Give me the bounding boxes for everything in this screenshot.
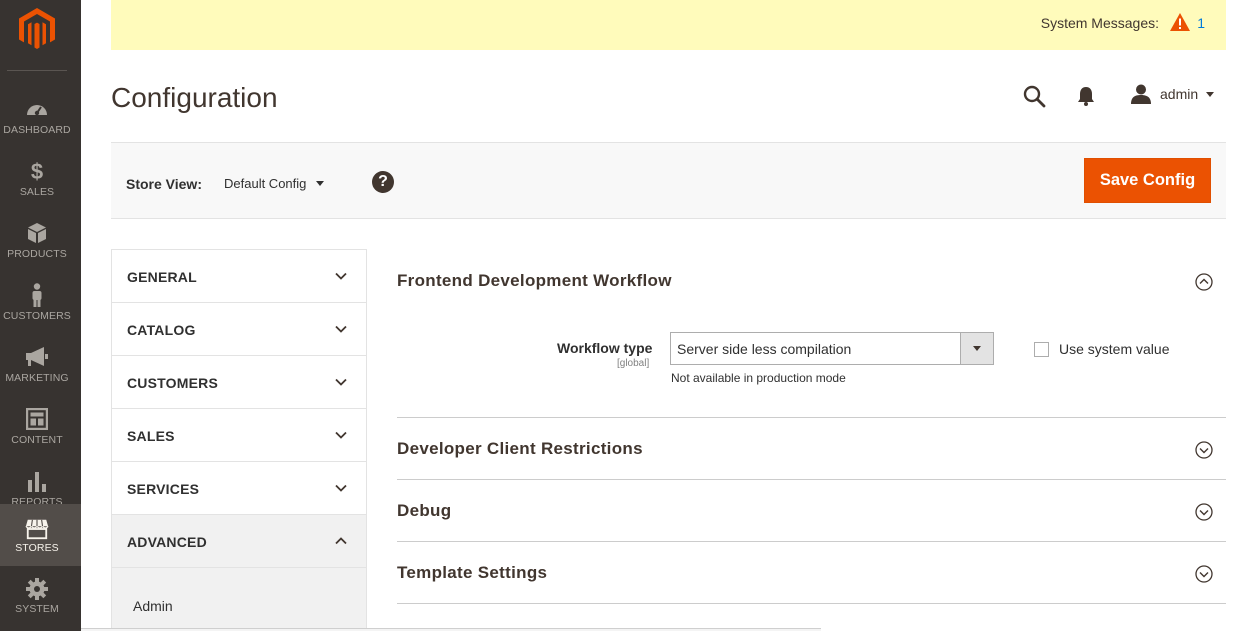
tab-advanced[interactable]: ADVANCED bbox=[112, 515, 366, 568]
menu-label: SYSTEM bbox=[15, 603, 59, 615]
menu-label: MARKETING bbox=[5, 372, 69, 384]
page-title: Configuration bbox=[111, 82, 278, 113]
box-icon bbox=[25, 222, 49, 244]
menu-divider bbox=[7, 70, 67, 71]
tab-subitem-admin[interactable]: Admin bbox=[133, 598, 173, 614]
menu-label: STORES bbox=[15, 542, 59, 554]
caret-down-icon bbox=[316, 181, 325, 186]
menu-label: PRODUCTS bbox=[7, 248, 67, 260]
warning-icon[interactable] bbox=[1170, 13, 1190, 31]
megaphone-icon bbox=[25, 346, 49, 368]
chevron-down-icon bbox=[335, 325, 347, 333]
chevron-down-icon bbox=[335, 431, 347, 439]
magento-logo-icon[interactable] bbox=[18, 7, 56, 51]
bar-chart-icon bbox=[25, 470, 49, 492]
section-debug: Debug bbox=[397, 480, 1226, 542]
tab-label: SALES bbox=[127, 428, 175, 444]
workflow-type-note: Not available in production mode bbox=[671, 371, 846, 385]
tab-services[interactable]: SERVICES bbox=[112, 462, 366, 515]
workflow-type-label: Workflow type bbox=[557, 340, 653, 356]
select-arrow-icon[interactable] bbox=[960, 333, 993, 364]
dollar-icon: $ bbox=[25, 159, 49, 183]
menu-item-products[interactable]: PRODUCTS bbox=[0, 204, 74, 266]
store-view-switcher[interactable]: Default Config bbox=[224, 176, 325, 191]
bell-icon[interactable] bbox=[1076, 86, 1096, 106]
workflow-type-select[interactable]: Server side less compilation bbox=[670, 332, 994, 365]
chevron-down-icon bbox=[335, 272, 347, 280]
help-icon[interactable]: ? bbox=[372, 171, 394, 193]
menu-label: CONTENT bbox=[11, 434, 63, 446]
expand-circle-icon[interactable] bbox=[1195, 441, 1213, 459]
workflow-type-value: Server side less compilation bbox=[677, 341, 852, 357]
chevron-down-icon bbox=[335, 484, 347, 492]
collapse-circle-icon[interactable] bbox=[1195, 273, 1213, 291]
menu-item-dashboard[interactable]: DASHBOARD bbox=[0, 80, 74, 142]
menu-item-content[interactable]: CONTENT bbox=[0, 390, 74, 452]
use-system-value-checkbox[interactable] bbox=[1034, 342, 1049, 357]
expand-circle-icon[interactable] bbox=[1195, 565, 1213, 583]
menu-item-customers[interactable]: CUSTOMERS bbox=[0, 266, 74, 328]
section-title[interactable]: Frontend Development Workflow bbox=[397, 271, 672, 291]
workflow-type-scope: [global] bbox=[617, 358, 650, 369]
caret-down-icon bbox=[1206, 91, 1215, 97]
tab-catalog[interactable]: CATALOG bbox=[112, 303, 366, 356]
system-messages-label: System Messages: bbox=[1040, 15, 1159, 31]
user-account-menu[interactable]: admin bbox=[1131, 83, 1215, 105]
store-view-value: Default Config bbox=[224, 176, 307, 191]
person-icon bbox=[25, 283, 49, 307]
menu-item-sales[interactable]: $ SALES bbox=[0, 142, 74, 204]
search-icon[interactable] bbox=[1022, 84, 1046, 108]
chevron-down-icon bbox=[335, 378, 347, 386]
advanced-subitems: Admin bbox=[112, 568, 366, 630]
menu-item-system[interactable]: SYSTEM bbox=[0, 576, 74, 638]
section-developer-client-restrictions: Developer Client Restrictions bbox=[397, 418, 1226, 480]
use-system-value-label[interactable]: Use system value bbox=[1059, 341, 1169, 357]
expand-circle-icon[interactable] bbox=[1195, 503, 1213, 521]
tab-sales[interactable]: SALES bbox=[112, 409, 366, 462]
section-template-settings: Template Settings bbox=[397, 542, 1226, 604]
system-messages-count[interactable]: 1 bbox=[1197, 15, 1205, 31]
section-title[interactable]: Debug bbox=[397, 501, 451, 521]
menu-item-stores[interactable]: STORES bbox=[0, 504, 81, 566]
tab-label: CUSTOMERS bbox=[127, 375, 218, 391]
store-view-toolbar: Store View: Default Config ? Save Config bbox=[111, 142, 1226, 219]
menu-label: DASHBOARD bbox=[3, 124, 71, 136]
tab-general[interactable]: GENERAL bbox=[112, 250, 366, 303]
config-tabs: GENERAL CATALOG CUSTOMERS SALES SERVICES… bbox=[111, 249, 367, 631]
store-view-label: Store View: bbox=[126, 176, 202, 192]
gear-icon bbox=[25, 578, 49, 600]
chevron-up-icon bbox=[335, 537, 347, 545]
admin-menu: DASHBOARD $ SALES PRODUCTS CUSTOMERS MAR… bbox=[0, 0, 81, 631]
user-icon bbox=[1131, 84, 1151, 104]
tab-label: SERVICES bbox=[127, 481, 200, 497]
section-title[interactable]: Developer Client Restrictions bbox=[397, 439, 643, 459]
tab-label: ADVANCED bbox=[127, 534, 207, 550]
layout-icon bbox=[25, 408, 49, 430]
tab-label: GENERAL bbox=[127, 269, 197, 285]
user-name: admin bbox=[1160, 86, 1199, 102]
section-title[interactable]: Template Settings bbox=[397, 563, 547, 583]
system-messages-bar: System Messages: 1 bbox=[111, 0, 1226, 50]
tab-customers[interactable]: CUSTOMERS bbox=[112, 356, 366, 409]
menu-item-marketing[interactable]: MARKETING bbox=[0, 328, 74, 390]
svg-text:$: $ bbox=[31, 159, 43, 183]
menu-label: SALES bbox=[19, 186, 55, 198]
dashboard-icon bbox=[25, 98, 49, 120]
menu-label: CUSTOMERS bbox=[3, 310, 71, 322]
save-config-button[interactable]: Save Config bbox=[1084, 158, 1211, 203]
store-icon bbox=[25, 518, 49, 540]
tab-label: CATALOG bbox=[127, 322, 196, 338]
